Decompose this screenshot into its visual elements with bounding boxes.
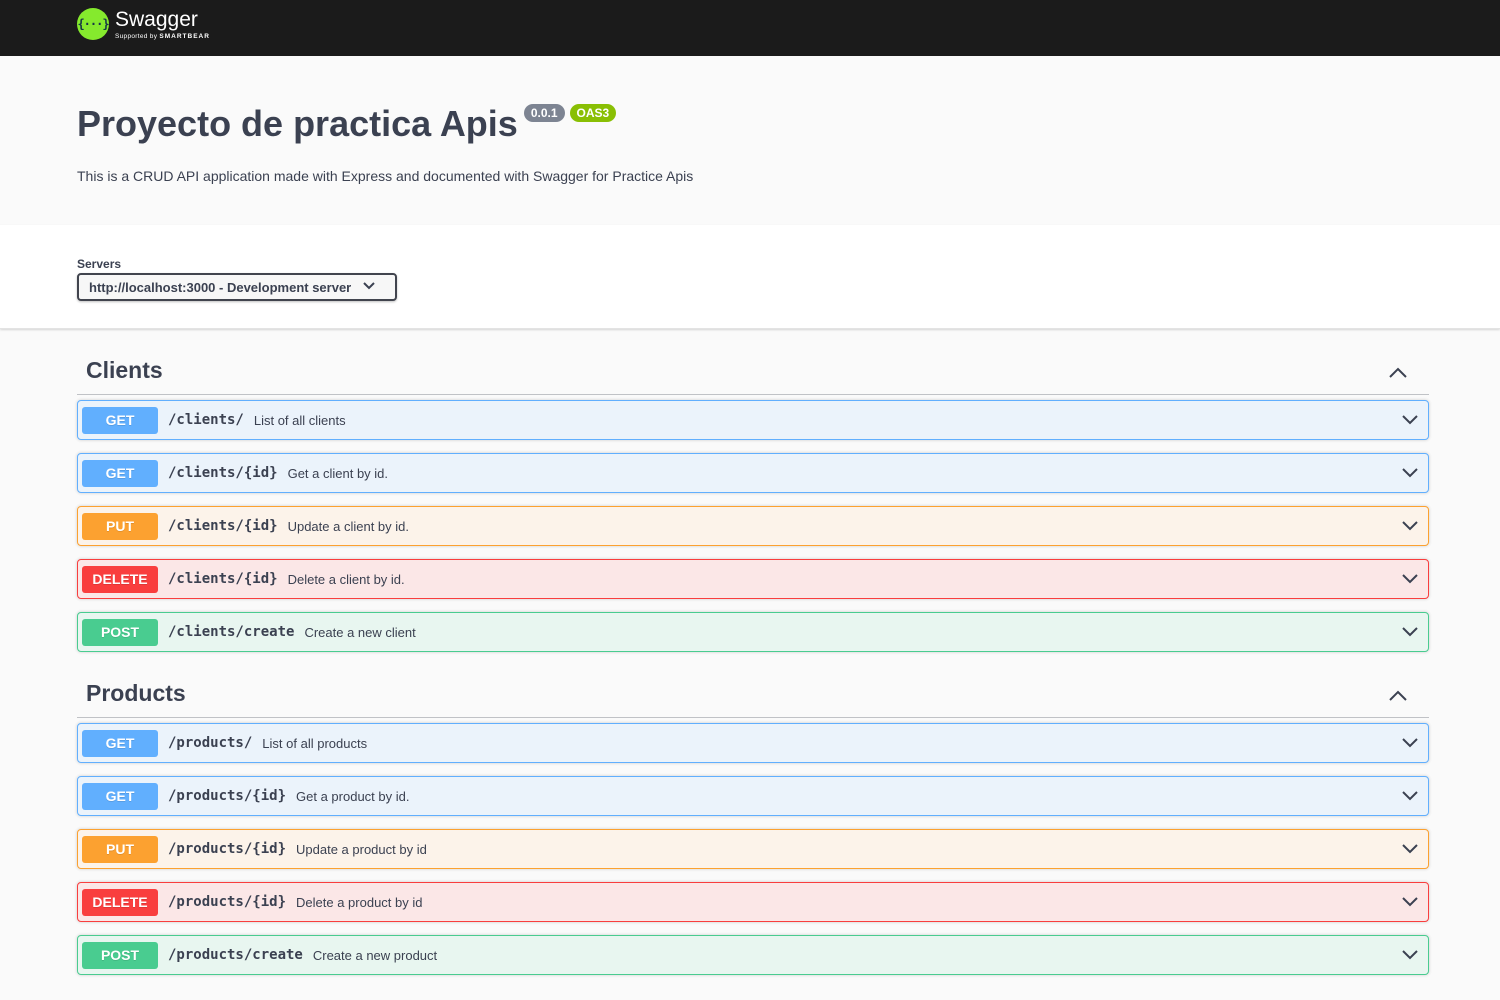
operation-row[interactable]: POST/products/create Create a new product bbox=[77, 935, 1429, 975]
operation-row[interactable]: POST/clients/create Create a new client bbox=[77, 612, 1429, 652]
operation-summary: Update a product by id bbox=[296, 841, 427, 857]
brand-text: Swagger Supported by SMARTBEAR bbox=[115, 8, 210, 42]
api-description: This is a CRUD API application made with… bbox=[77, 168, 694, 184]
operation-row[interactable]: PUT/clients/{id} Update a client by id. bbox=[77, 506, 1429, 546]
chevron-up-icon[interactable] bbox=[1387, 362, 1409, 384]
page-title: Proyecto de practica Apis bbox=[77, 103, 518, 144]
operation-row[interactable]: DELETE/products/{id} Delete a product by … bbox=[77, 882, 1429, 922]
operation-row[interactable]: DELETE/clients/{id} Delete a client by id… bbox=[77, 559, 1429, 599]
chevron-up-icon[interactable] bbox=[1387, 685, 1409, 707]
operation-row[interactable]: GET/clients/List of all clients bbox=[77, 400, 1429, 440]
topbar: {···} Swagger Supported by SMARTBEAR bbox=[0, 0, 1500, 56]
chevron-down-icon[interactable] bbox=[1402, 947, 1418, 963]
server-selected-value: http://localhost:3000 - Development serv… bbox=[89, 279, 352, 295]
chevron-down-icon[interactable] bbox=[1402, 465, 1418, 481]
servers-label: Servers bbox=[77, 257, 122, 271]
operation-path: /products/create bbox=[168, 947, 303, 963]
chevron-down-icon[interactable] bbox=[1402, 894, 1418, 910]
method-badge-delete: DELETE bbox=[82, 888, 158, 916]
operation-summary: Create a new product bbox=[312, 947, 438, 963]
oas-badge: OAS3 bbox=[569, 104, 617, 122]
swagger-logo-link[interactable]: {···} Swagger Supported by SMARTBEAR bbox=[77, 8, 210, 42]
method-badge-get: GET bbox=[82, 459, 158, 487]
method-badge-get: GET bbox=[82, 782, 158, 810]
chevron-down-icon[interactable] bbox=[1402, 571, 1418, 587]
operation-path: /products/{id} bbox=[168, 788, 287, 804]
operation-path: /products/{id} bbox=[168, 841, 287, 857]
chevron-down-icon[interactable] bbox=[1402, 624, 1418, 640]
operation-summary: Delete a product by id bbox=[296, 894, 423, 910]
operation-row[interactable]: GET/clients/{id} Get a client by id. bbox=[77, 453, 1429, 493]
operation-path: /clients/{id} bbox=[168, 465, 278, 481]
operation-path: /clients/ bbox=[168, 412, 244, 428]
chevron-down-icon[interactable] bbox=[1402, 788, 1418, 804]
title-row: Proyecto de practica Apis 0.0.1 OAS3 bbox=[77, 104, 1423, 144]
servers-section: Servers http://localhost:3000 - Developm… bbox=[0, 225, 1500, 329]
server-select[interactable]: http://localhost:3000 - Development serv… bbox=[77, 273, 397, 301]
chevron-down-icon[interactable] bbox=[1402, 841, 1418, 857]
operation-path: /clients/{id} bbox=[168, 518, 278, 534]
operation-summary: Create a new client bbox=[304, 624, 416, 640]
method-badge-put: PUT bbox=[82, 835, 158, 863]
method-badge-get: GET bbox=[82, 406, 158, 434]
operations-content: Clients GET/clients/List of all clients GE… bbox=[0, 329, 1500, 975]
method-badge-post: POST bbox=[82, 618, 158, 646]
operation-row[interactable]: GET/products/List of all products bbox=[77, 723, 1429, 763]
operation-row[interactable]: GET/products/{id} Get a product by id. bbox=[77, 776, 1429, 816]
operation-summary: List of all clients bbox=[253, 412, 346, 428]
chevron-down-icon[interactable] bbox=[1402, 518, 1418, 534]
tag-section-clients: Clients GET/clients/List of all clients GE… bbox=[77, 329, 1429, 652]
api-info: Proyecto de practica Apis 0.0.1 OAS3 Thi… bbox=[0, 56, 1500, 225]
brand-sub-company: SMARTBEAR bbox=[159, 33, 210, 40]
brand-sub-prefix: Supported by bbox=[115, 33, 158, 40]
tag-section-products: Products GET/products/List of all product… bbox=[77, 652, 1429, 975]
chevron-down-icon[interactable] bbox=[1402, 735, 1418, 751]
operation-row[interactable]: PUT/products/{id} Update a product by id bbox=[77, 829, 1429, 869]
operation-path: /products/ bbox=[168, 735, 253, 751]
tag-header-clients[interactable]: Clients bbox=[77, 329, 1429, 395]
method-badge-get: GET bbox=[82, 729, 158, 757]
operation-summary: Update a client by id. bbox=[287, 518, 409, 534]
method-badge-post: POST bbox=[82, 941, 158, 969]
tag-name: Clients bbox=[86, 357, 163, 383]
operation-path: /clients/create bbox=[168, 624, 295, 640]
method-badge-delete: DELETE bbox=[82, 565, 158, 593]
operation-path: /clients/{id} bbox=[168, 571, 278, 587]
tag-name: Products bbox=[86, 680, 186, 706]
operation-path: /products/{id} bbox=[168, 894, 287, 910]
brand-sub: Supported by SMARTBEAR bbox=[115, 32, 210, 42]
chevron-down-icon bbox=[363, 281, 375, 293]
operation-summary: Get a client by id. bbox=[287, 465, 389, 481]
operation-summary: Get a product by id. bbox=[296, 788, 410, 804]
method-badge-put: PUT bbox=[82, 512, 158, 540]
tag-header-products[interactable]: Products bbox=[77, 652, 1429, 718]
operation-summary: List of all products bbox=[262, 735, 368, 751]
chevron-down-icon[interactable] bbox=[1402, 412, 1418, 428]
operation-summary: Delete a client by id. bbox=[287, 571, 405, 587]
brand-name: Swagger bbox=[115, 8, 198, 31]
swagger-logo-icon: {···} bbox=[77, 8, 110, 40]
version-badge: 0.0.1 bbox=[523, 104, 565, 122]
